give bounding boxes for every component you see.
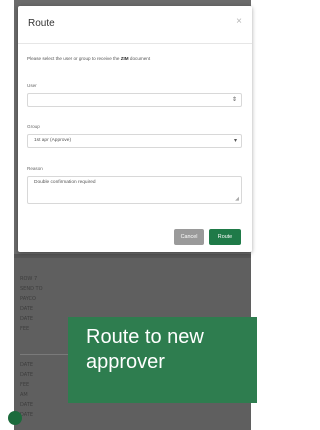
background-row: PAYCO xyxy=(20,296,36,302)
background-row: DATE xyxy=(20,316,34,322)
caption-banner: Route to new approver xyxy=(68,317,257,403)
background-row: DATE xyxy=(20,372,34,378)
group-select[interactable]: 1st apr (Approve) ▾ xyxy=(27,134,242,148)
background-row: SEND TO xyxy=(20,286,43,292)
reason-label: Reason xyxy=(27,166,43,171)
floating-action-button[interactable] xyxy=(8,411,22,425)
cancel-button[interactable]: Cancel xyxy=(174,229,204,245)
background-row: FEE xyxy=(20,326,30,332)
dialog-instruction: Please select the user or group to recei… xyxy=(27,56,245,61)
background-row: FEE xyxy=(20,382,30,388)
background-row: ROW 7 xyxy=(20,276,38,282)
dialog-header: Route × xyxy=(18,6,252,44)
reason-textarea[interactable]: Double confirmation required ◢ xyxy=(27,176,242,204)
background-row: DATE xyxy=(20,362,34,368)
resize-grip-icon[interactable]: ◢ xyxy=(235,196,239,202)
close-icon[interactable]: × xyxy=(236,16,242,27)
reason-value: Double confirmation required xyxy=(34,180,96,185)
screenshot: ROW 7 SEND TO PAYCO DATE DATE FEE DATE D… xyxy=(0,0,257,430)
background-row: DATE xyxy=(20,402,34,408)
document-name: ZIM xyxy=(120,56,129,61)
user-select[interactable]: ⇕ xyxy=(27,93,242,107)
background-row: DATE xyxy=(20,306,34,312)
chevron-down-icon: ▾ xyxy=(233,138,237,144)
instruction-suffix: document xyxy=(128,56,151,61)
caption-text: Route to new approver xyxy=(86,326,204,373)
updown-caret-icon: ⇕ xyxy=(231,97,237,103)
route-dialog: Route × Please select the user or group … xyxy=(18,6,252,252)
background-row: AM xyxy=(20,392,28,398)
group-value: 1st apr (Approve) xyxy=(34,138,72,143)
instruction-text: Please select the user or group to recei… xyxy=(27,56,121,61)
dialog-title: Route xyxy=(28,18,55,29)
group-label: Group xyxy=(27,124,40,129)
route-button[interactable]: Route xyxy=(209,229,241,245)
user-label: User xyxy=(27,83,37,88)
